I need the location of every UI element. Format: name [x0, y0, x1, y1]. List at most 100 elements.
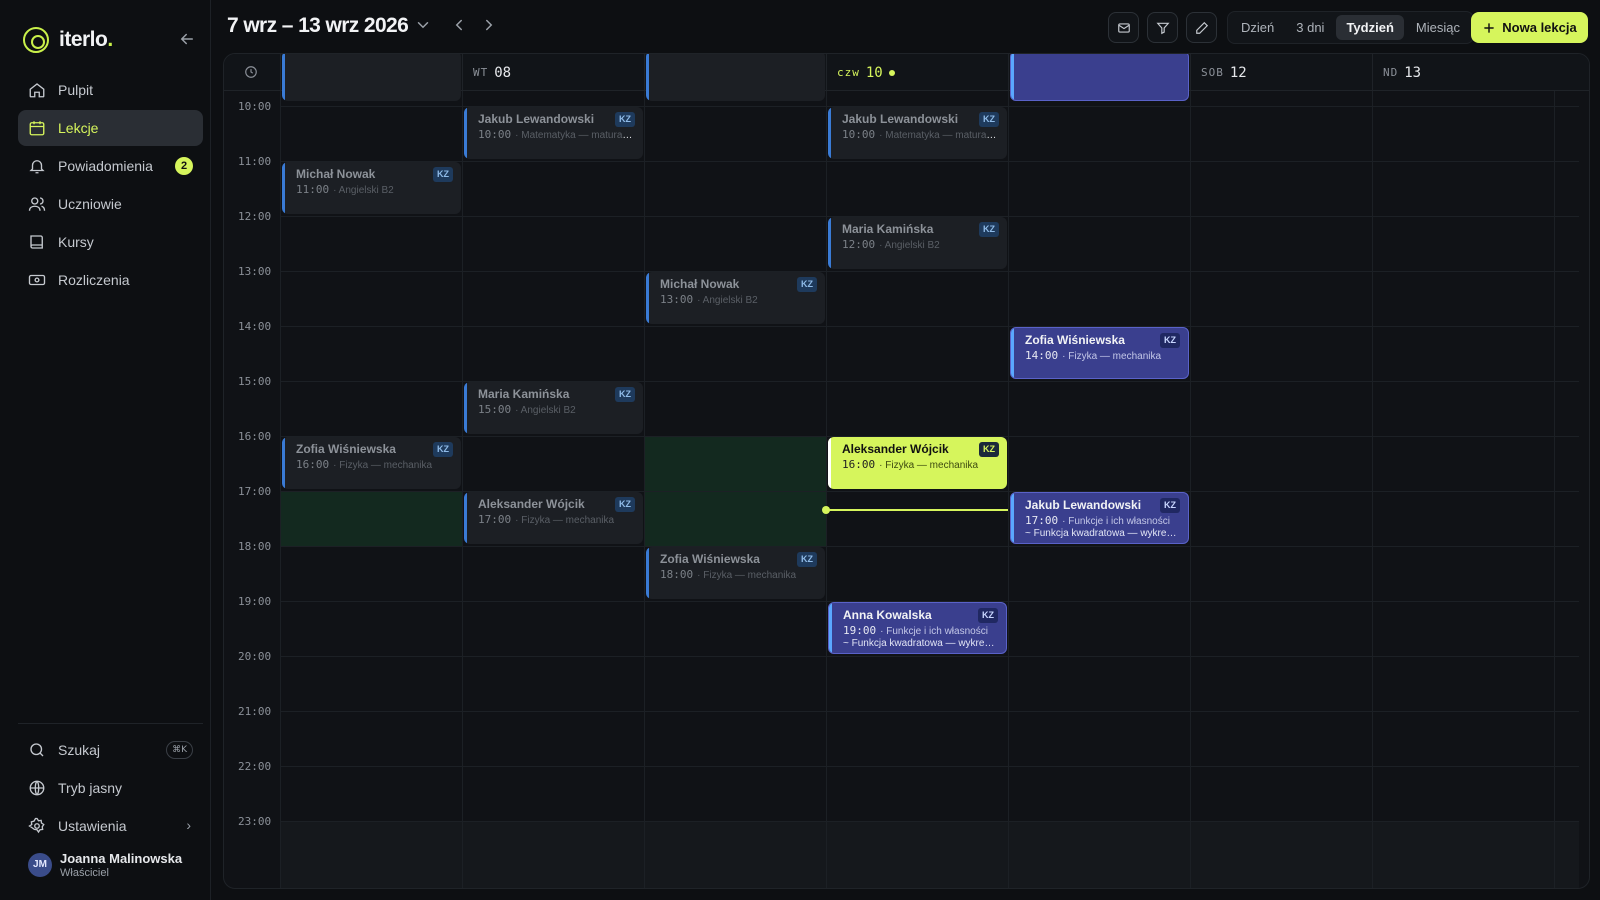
lesson-event[interactable]: Aleksander Wójcik KZ 17:00 · Fizyka — mecha… — [464, 492, 643, 544]
hour-label: 11:00 — [238, 155, 272, 168]
lesson-badge: KZ — [1160, 333, 1180, 348]
lesson-student-name: Michał Nowak — [660, 277, 740, 291]
lesson-event-partial[interactable] — [1010, 54, 1189, 101]
nav-item-search[interactable]: Szukaj ⌘K — [18, 732, 203, 768]
lesson-event[interactable]: Michał Nowak KZ 11:00 · Angielski B2 — [282, 162, 461, 214]
view-3days-button[interactable]: 3 dni — [1286, 15, 1334, 40]
chevron-right-icon: › — [186, 817, 191, 833]
brand[interactable]: iterlo. — [23, 24, 113, 56]
lesson-student-name: Aleksander Wójcik — [842, 442, 949, 456]
user-profile[interactable]: JM Joanna Malinowska Właściciel — [28, 851, 182, 879]
hour-label: 23:00 — [238, 815, 272, 828]
book-icon — [30, 235, 43, 249]
next-week-button[interactable] — [480, 16, 502, 38]
globe-icon — [29, 780, 45, 796]
day-column-line — [280, 91, 281, 888]
nav-item-pulpit[interactable]: Pulpit — [18, 72, 203, 108]
lesson-time: 15:00 — [478, 403, 512, 416]
view-week-button[interactable]: Tydzień — [1336, 15, 1404, 40]
lesson-badge: KZ — [979, 222, 999, 237]
nav-label: Kursy — [58, 234, 94, 250]
day-number: 12 — [1229, 64, 1247, 81]
lesson-event[interactable]: Zofia Wiśniewska KZ 14:00 · Fizyka — mechan… — [1010, 327, 1189, 379]
day-number: 13 — [1404, 64, 1422, 81]
lesson-badge: KZ — [797, 277, 817, 292]
nav-label: Pulpit — [58, 82, 94, 98]
users-icon — [28, 197, 46, 211]
clock-icon — [245, 66, 257, 78]
nav-label: Lekcje — [58, 120, 99, 136]
off-hours-shading — [280, 821, 1579, 888]
mail-button[interactable] — [1108, 12, 1139, 43]
date-range-dropdown[interactable] — [414, 16, 436, 38]
lesson-event[interactable]: Anna Kowalska KZ 19:00 · Funkcje i ich włas… — [828, 602, 1007, 654]
hour-line — [280, 546, 1579, 547]
lesson-subject: · Funkcje i ich własności — [880, 626, 988, 637]
lesson-details: 11:00 · Angielski B2 — [296, 183, 453, 196]
lesson-event[interactable]: Aleksander Wójcik KZ 16:00 · Fizyka — mecha… — [828, 437, 1007, 489]
new-lesson-button[interactable]: Nowa lekcja — [1471, 12, 1588, 43]
nav-item-rozliczenia[interactable]: Rozliczenia — [18, 262, 203, 298]
lesson-time: 11:00 — [296, 183, 330, 196]
lesson-badge: KZ — [978, 608, 998, 623]
day-header[interactable]: SOB 12 — [1190, 54, 1372, 91]
lesson-student-name: Anna Kowalska — [843, 608, 932, 622]
lesson-student-name: Zofia Wiśniewska — [660, 552, 760, 566]
lesson-event-partial[interactable] — [646, 54, 825, 101]
nav-item-lekcje[interactable]: Lekcje — [18, 110, 203, 146]
day-column-line — [826, 91, 827, 888]
day-header[interactable]: czw 10 — [826, 54, 1008, 91]
lesson-badge: KZ — [433, 442, 453, 457]
previous-week-button[interactable] — [450, 16, 472, 38]
nav-label: Szukaj — [58, 742, 101, 758]
lesson-student-name: Jakub Lewandowski — [478, 112, 595, 126]
lesson-event[interactable]: Jakub Lewandowski KZ 17:00 · Funkcje i ich … — [1010, 492, 1189, 544]
lesson-event[interactable]: Jakub Lewandowski KZ 10:00 · Matematyka — m… — [828, 107, 1007, 159]
hour-line — [280, 271, 1579, 272]
day-number: 08 — [494, 64, 512, 81]
day-weekday: SOB — [1201, 66, 1224, 79]
day-header[interactable]: ND 13 — [1372, 54, 1554, 91]
nav-item-settings[interactable]: Ustawienia › — [18, 808, 203, 844]
lesson-subject: · Matematyka — matura r... — [515, 130, 635, 141]
lesson-event[interactable]: Maria Kamińska KZ 12:00 · Angielski B2 — [828, 217, 1007, 269]
nav-item-uczniowie[interactable]: Uczniowie — [18, 186, 203, 222]
day-header[interactable]: WT 08 — [462, 54, 644, 91]
lesson-student-name: Maria Kamińska — [842, 222, 934, 236]
logo-icon — [23, 27, 49, 53]
collapse-sidebar-button[interactable] — [176, 30, 198, 52]
lesson-details: 13:00 · Angielski B2 — [660, 293, 817, 306]
lesson-details: 17:00 · Fizyka — mechanika — [478, 513, 635, 526]
nav-label: Ustawienia — [58, 818, 127, 834]
lesson-details: 10:00 · Matematyka — matura r... — [478, 128, 635, 141]
current-time-line — [826, 509, 1008, 512]
lesson-event[interactable]: Michał Nowak KZ 13:00 · Angielski B2 — [646, 272, 825, 324]
lesson-event[interactable]: Zofia Wiśniewska KZ 16:00 · Fizyka — mechan… — [282, 437, 461, 489]
lesson-event[interactable]: Maria Kamińska KZ 15:00 · Angielski B2 — [464, 382, 643, 434]
lesson-subject: · Fizyka — mechanika — [879, 460, 979, 471]
view-month-button[interactable]: Miesiąc — [1406, 15, 1470, 40]
lesson-time: 10:00 — [478, 128, 512, 141]
calendar-grid[interactable]: 10:00 11:00 12:00 13:00 14:00 15:00 16:00 17:00… — [224, 54, 1589, 888]
view-day-button[interactable]: Dzień — [1231, 15, 1284, 40]
lesson-details: 17:00 · Funkcje i ich własności — [1025, 514, 1180, 527]
pencil-icon — [1195, 21, 1208, 34]
lesson-student-name: Zofia Wiśniewska — [1025, 333, 1125, 347]
hour-label: 13:00 — [238, 265, 272, 278]
date-range-title: 7 wrz – 13 wrz 2026 — [227, 14, 409, 37]
profile-name: Joanna Malinowska — [60, 851, 183, 866]
lesson-event[interactable]: Zofia Wiśniewska KZ 18:00 · Fizyka — mechan… — [646, 547, 825, 599]
filter-button[interactable] — [1147, 12, 1178, 43]
bell-icon — [29, 160, 45, 174]
edit-button[interactable] — [1186, 12, 1217, 43]
lesson-event-partial[interactable] — [282, 54, 461, 101]
lesson-event[interactable]: Jakub Lewandowski KZ 10:00 · Matematyka — m… — [464, 107, 643, 159]
nav-item-powiadomienia[interactable]: Powiadomienia 2 — [18, 148, 203, 184]
mail-icon — [1117, 22, 1130, 33]
nav-item-kursy[interactable]: Kursy — [18, 224, 203, 260]
nav-item-light-mode[interactable]: Tryb jasny — [18, 770, 203, 806]
lesson-badge: KZ — [615, 387, 635, 402]
lesson-time: 14:00 — [1025, 349, 1059, 362]
lesson-time: 13:00 — [660, 293, 694, 306]
day-weekday: WT — [473, 66, 489, 79]
